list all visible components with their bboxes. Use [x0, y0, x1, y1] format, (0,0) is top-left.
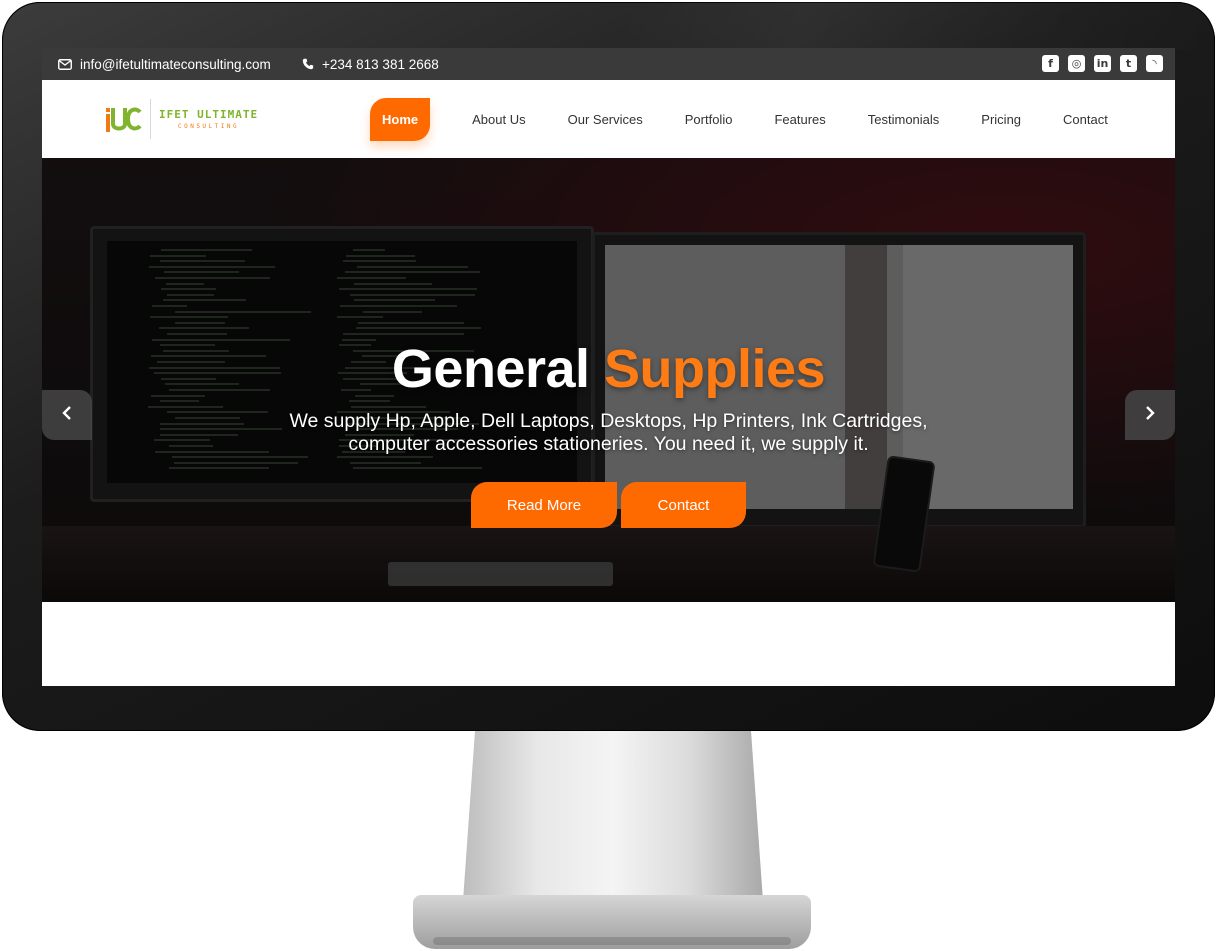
content-area	[47, 602, 1168, 686]
main-navbar: IFET ULTIMATE CONSULTING Home About Us O…	[42, 80, 1175, 158]
chevron-right-icon	[1144, 405, 1156, 426]
phone-text[interactable]: +234 813 381 2668	[322, 57, 439, 72]
logo-subtitle: CONSULTING	[177, 123, 240, 130]
read-more-button[interactable]: Read More	[471, 482, 617, 528]
social-links: f ◎ in t ◝	[1042, 55, 1163, 72]
nav-features[interactable]: Features	[774, 113, 825, 126]
nav-home[interactable]: Home	[370, 97, 431, 141]
logo-title: IFET ULTIMATE	[159, 108, 259, 121]
envelope-icon	[58, 58, 72, 70]
nav-contact[interactable]: Contact	[1063, 113, 1108, 126]
linkedin-icon[interactable]: in	[1094, 55, 1111, 72]
rss-icon[interactable]: ◝	[1146, 55, 1163, 72]
nav-pricing[interactable]: Pricing	[981, 113, 1021, 126]
logo-divider	[150, 99, 151, 139]
logo-text: IFET ULTIMATE CONSULTING	[159, 108, 258, 130]
hero-title-main: General	[391, 339, 590, 399]
bezel-reflection	[611, 2, 1217, 50]
hero-contact-button[interactable]: Contact	[621, 482, 746, 528]
nav-portfolio[interactable]: Portfolio	[685, 113, 733, 126]
nav-about-us[interactable]: About Us	[472, 113, 525, 126]
nav-menu: Home About Us Our Services Portfolio Fea…	[370, 80, 1150, 158]
twitter-icon[interactable]: t	[1120, 55, 1137, 72]
logo-mark	[104, 102, 142, 136]
phone-icon	[302, 58, 314, 70]
hero-slider: General Supplies We supply Hp, Apple, De…	[42, 158, 1175, 602]
top-info-bar: info@ifetultimateconsulting.com +234 813…	[42, 48, 1175, 80]
nav-testimonials[interactable]: Testimonials	[868, 113, 940, 126]
hero-title: General Supplies	[42, 338, 1175, 400]
chevron-left-icon	[61, 405, 73, 426]
facebook-icon[interactable]: f	[1042, 55, 1059, 72]
hero-buttons: Read More Contact	[471, 482, 746, 528]
hero-title-accent: Supplies	[604, 339, 826, 399]
nav-our-services[interactable]: Our Services	[568, 113, 643, 126]
hero-description: We supply Hp, Apple, Dell Laptops, Deskt…	[289, 410, 928, 455]
monitor-base	[413, 895, 811, 949]
instagram-icon[interactable]: ◎	[1068, 55, 1085, 72]
phone-contact[interactable]: +234 813 381 2668	[302, 48, 439, 80]
slider-next-button[interactable]	[1125, 390, 1175, 440]
website-screen: info@ifetultimateconsulting.com +234 813…	[42, 48, 1175, 686]
email-contact[interactable]: info@ifetultimateconsulting.com	[58, 48, 271, 80]
site-logo[interactable]: IFET ULTIMATE CONSULTING	[104, 99, 258, 139]
email-text[interactable]: info@ifetultimateconsulting.com	[80, 57, 271, 72]
monitor-stand	[463, 731, 763, 901]
slider-prev-button[interactable]	[42, 390, 92, 440]
